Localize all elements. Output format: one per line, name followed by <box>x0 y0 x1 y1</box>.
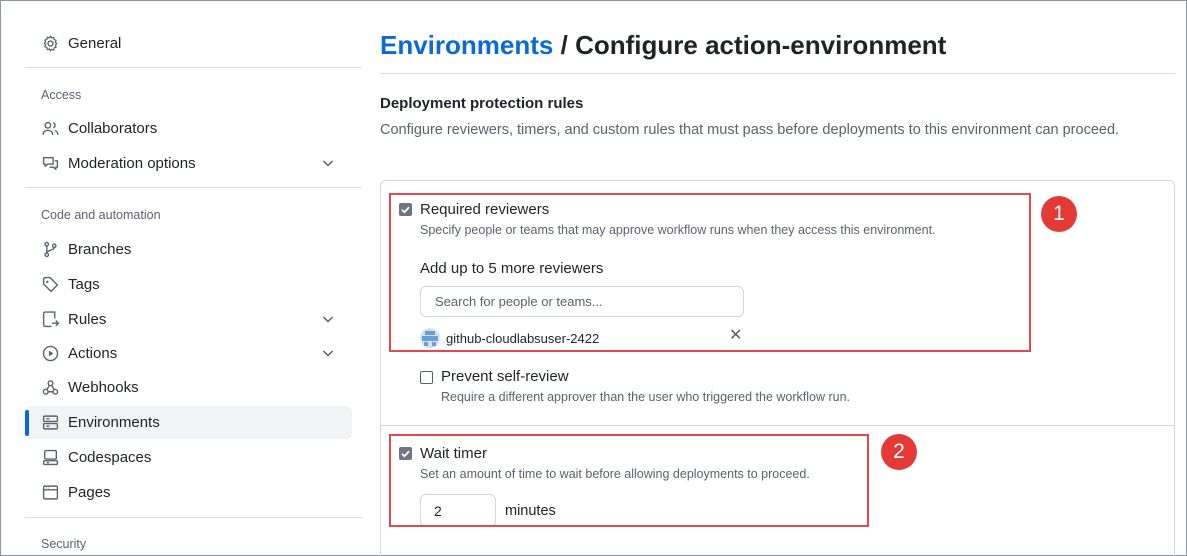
sidebar-item-label: Environments <box>68 414 160 431</box>
sidebar-divider <box>25 517 362 518</box>
comment-discussion-icon <box>40 154 60 174</box>
section-label-access: Access <box>41 88 82 102</box>
sidebar-item-pages[interactable]: Pages <box>25 476 352 509</box>
sidebar-item-tags[interactable]: Tags <box>25 268 352 301</box>
settings-sidebar: General Access Collaborators Moderation … <box>25 0 362 556</box>
sidebar-item-label: Moderation options <box>68 155 196 172</box>
sidebar-item-actions[interactable]: Actions <box>25 337 352 370</box>
sidebar-item-moderation[interactable]: Moderation options <box>25 147 352 180</box>
annotation-badge-1: 1 <box>1041 196 1077 232</box>
chevron-down-icon[interactable] <box>320 345 336 361</box>
title-divider <box>380 73 1175 74</box>
sidebar-item-collaborators[interactable]: Collaborators <box>25 112 352 145</box>
sidebar-item-label: Tags <box>68 276 100 293</box>
sidebar-divider <box>25 187 362 188</box>
git-branch-icon <box>40 240 60 260</box>
sidebar-item-label: Codespaces <box>68 449 152 466</box>
browser-icon <box>40 483 60 503</box>
tag-icon <box>40 275 60 295</box>
sidebar-item-label: Webhooks <box>68 379 139 396</box>
sidebar-item-label: Actions <box>68 345 118 362</box>
prevent-self-review-help: Require a different approver than the us… <box>441 390 851 404</box>
sidebar-item-rules[interactable]: Rules <box>25 303 352 336</box>
repo-push-icon <box>40 310 60 330</box>
webhook-icon <box>40 378 60 398</box>
sidebar-item-label: General <box>68 35 122 52</box>
prevent-self-review-checkbox[interactable] <box>420 371 433 384</box>
page-title: Environments / Configure action-environm… <box>380 30 946 61</box>
breadcrumb-environments-link[interactable]: Environments <box>380 30 553 60</box>
chevron-down-icon[interactable] <box>320 311 336 327</box>
sidebar-item-label: Collaborators <box>68 120 158 137</box>
sidebar-item-webhooks[interactable]: Webhooks <box>25 371 352 404</box>
sidebar-item-branches[interactable]: Branches <box>25 233 352 266</box>
sidebar-item-label: Pages <box>68 484 111 501</box>
section-heading: Deployment protection rules <box>380 95 584 112</box>
section-label-code-automation: Code and automation <box>41 208 161 222</box>
annotation-box-2 <box>389 434 869 527</box>
sidebar-divider <box>25 67 362 68</box>
section-label-security: Security <box>41 537 87 551</box>
annotation-badge-2: 2 <box>881 434 917 470</box>
sidebar-item-label: Rules <box>68 311 107 328</box>
chevron-down-icon[interactable] <box>320 155 336 171</box>
sidebar-item-general[interactable]: General <box>25 27 352 60</box>
breadcrumb-separator: / <box>560 30 568 60</box>
prevent-self-review-label[interactable]: Prevent self-review <box>441 368 569 385</box>
codespaces-icon <box>40 448 60 468</box>
section-description: Configure reviewers, timers, and custom … <box>380 122 1120 138</box>
sidebar-item-environments[interactable]: Environments <box>25 406 352 439</box>
page-title-text: Configure action-environment <box>575 30 947 60</box>
sidebar-item-codespaces[interactable]: Codespaces <box>25 441 352 474</box>
play-icon <box>40 344 60 364</box>
annotation-box-1 <box>389 193 1031 352</box>
server-icon <box>40 413 60 433</box>
sidebar-item-label: Branches <box>68 241 132 258</box>
people-icon <box>40 119 60 139</box>
panel-divider <box>381 425 1174 426</box>
gear-icon <box>40 34 60 54</box>
